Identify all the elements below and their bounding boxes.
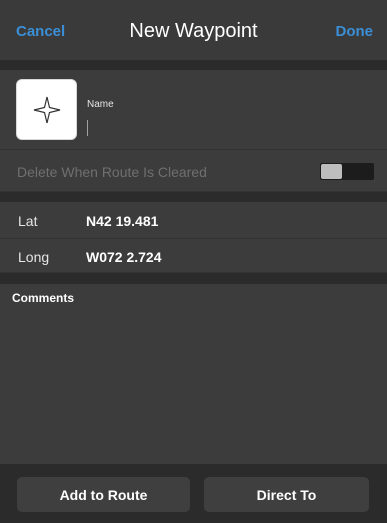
latitude-row[interactable] — [0, 202, 387, 239]
section-divider — [0, 60, 387, 70]
longitude-row[interactable] — [0, 239, 387, 273]
name-label: Name — [87, 99, 114, 110]
text-caret — [87, 120, 88, 136]
name-input[interactable] — [87, 118, 367, 138]
four-point-star-icon — [33, 96, 60, 123]
delete-when-cleared-toggle[interactable] — [320, 163, 374, 180]
add-to-route-button[interactable]: Add to Route — [17, 477, 190, 512]
comments-field[interactable] — [0, 284, 387, 464]
comments-label: Comments — [12, 291, 75, 305]
longitude-label: Long — [18, 249, 50, 265]
waypoint-symbol-button[interactable] — [16, 79, 77, 140]
latitude-value: N42 19.481 — [86, 213, 159, 229]
delete-when-cleared-label: Delete When Route Is Cleared — [17, 164, 207, 180]
direct-to-button[interactable]: Direct To — [204, 477, 369, 512]
page-title: New Waypoint — [129, 20, 258, 42]
longitude-value: W072 2.724 — [86, 249, 162, 265]
latitude-label: Lat — [18, 213, 38, 229]
done-button[interactable]: Done — [336, 23, 374, 40]
toggle-knob — [321, 164, 342, 179]
section-divider — [0, 192, 387, 202]
navigation-bar: Cancel New Waypoint Done — [0, 0, 387, 60]
section-divider — [0, 273, 387, 284]
